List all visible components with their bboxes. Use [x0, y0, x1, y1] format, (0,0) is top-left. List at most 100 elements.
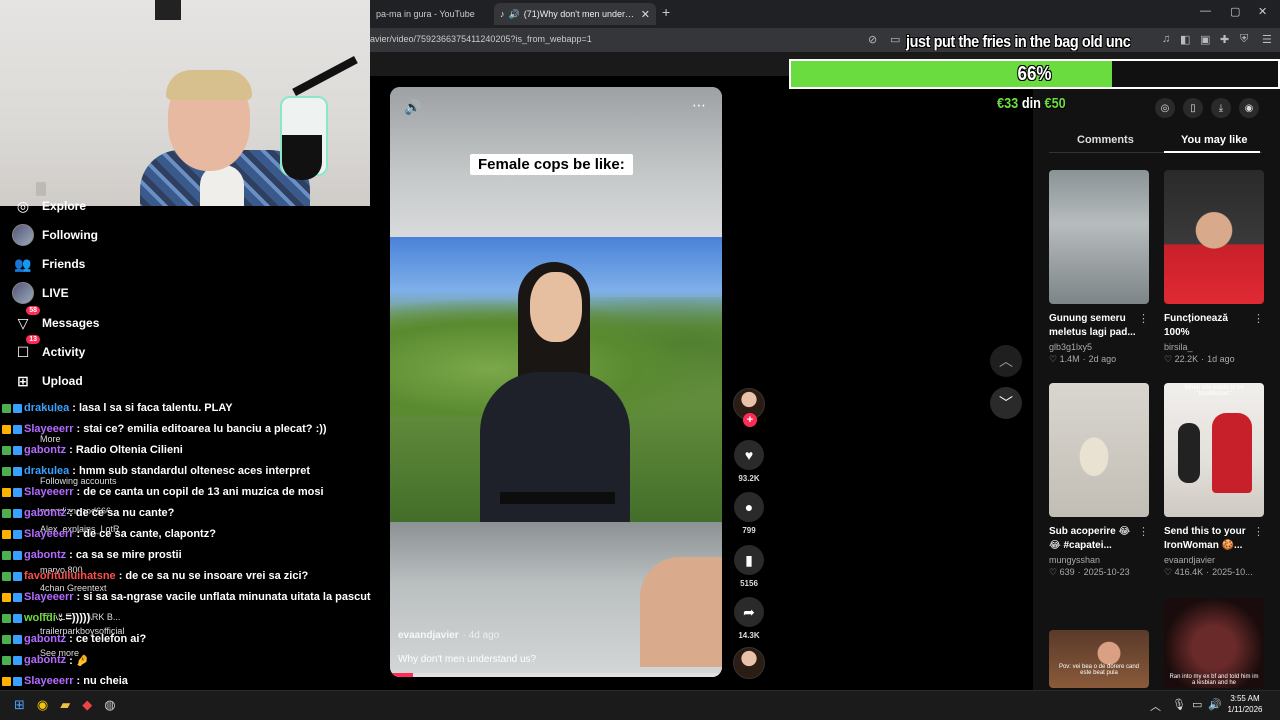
- chat-badge-icon: [13, 508, 22, 518]
- recommended-video-card[interactable]: Gunung semeru meletus lagi pad... ⋮ glb3…: [1049, 170, 1149, 365]
- chat-text: : de ce canta un copil de 13 ani muzica …: [76, 486, 324, 498]
- chat-username[interactable]: gabontz: [24, 654, 66, 666]
- like-count: 93.2K: [738, 474, 760, 483]
- sidebar-item-explore[interactable]: ◎ Explore: [12, 194, 86, 218]
- video-description: Why don't men understand us?: [398, 654, 537, 665]
- recommended-video-card[interactable]: Ran into my ex bf and told him im a lesb…: [1164, 598, 1264, 688]
- chat-message: Slayeeerr: stai ce? emilia editoarea lu …: [2, 421, 327, 437]
- tab-comments[interactable]: Comments: [1077, 134, 1134, 146]
- windows-start-icon[interactable]: ⊞: [14, 697, 25, 713]
- menu-icon[interactable]: ☰: [1262, 33, 1272, 46]
- wallet-icon[interactable]: ▣: [1200, 33, 1210, 46]
- chat-message: Slayeeerr: de ce canta un copil de 13 an…: [2, 484, 324, 500]
- sidebar-item-following[interactable]: Following: [12, 223, 98, 247]
- close-tab-icon[interactable]: ✕: [641, 8, 650, 21]
- more-options-icon[interactable]: ⋮: [1253, 525, 1264, 538]
- card-title: Send this to your IronWoman 🍪...: [1164, 526, 1246, 551]
- chat-username[interactable]: wolfdi: [24, 612, 56, 624]
- chat-message: gabontz: de ce sa nu cante?: [2, 505, 174, 521]
- sidebar-icon[interactable]: ◧: [1180, 33, 1190, 46]
- chat-message: Slayeeerr: nu cheia: [2, 673, 128, 689]
- url-field[interactable]: avier/video/7592366375411240205?is_from_…: [370, 34, 592, 44]
- cast-icon[interactable]: ▭: [890, 33, 900, 46]
- recommended-video-card[interactable]: When she wants to be "IronWoman" Send th…: [1164, 383, 1264, 578]
- comment-button[interactable]: ● 799: [730, 492, 768, 535]
- chat-username[interactable]: gabontz: [24, 633, 66, 645]
- scene-arm: [640, 557, 722, 667]
- compass-icon[interactable]: ◎: [1155, 98, 1175, 118]
- sidebar-item-label: Friends: [42, 257, 86, 271]
- phone-icon[interactable]: ▯: [1183, 98, 1203, 118]
- download-icon[interactable]: ⤓: [1211, 98, 1231, 118]
- shield-icon[interactable]: ⛨: [1240, 33, 1248, 46]
- app-icon[interactable]: ◍: [104, 697, 115, 713]
- chat-username[interactable]: Slayeeerr: [24, 486, 74, 498]
- more-options-icon[interactable]: ⋮: [1253, 312, 1264, 325]
- close-window-button[interactable]: ✕: [1258, 5, 1267, 18]
- comment-icon: ●: [734, 492, 764, 522]
- like-button[interactable]: ♥ 93.2K: [730, 440, 768, 483]
- chat-username[interactable]: favoritulluihatsne: [24, 570, 116, 582]
- file-explorer-icon[interactable]: ▰: [60, 697, 70, 713]
- previous-video-button[interactable]: ︿: [990, 345, 1022, 377]
- tab-youtube[interactable]: pa-ma in gura - YouTube: [370, 3, 492, 25]
- creator-avatar[interactable]: +: [730, 388, 768, 427]
- volume-icon[interactable]: 🔊: [404, 99, 421, 116]
- music-disc[interactable]: [730, 647, 768, 679]
- chat-username[interactable]: drakulea: [24, 402, 69, 414]
- card-title: Sub acoperire 😂😂 #capatei...: [1049, 526, 1131, 551]
- recommended-video-card[interactable]: Funcționează 100% ⋮ birsila_ ♡ 22.2K · 1d …: [1164, 170, 1264, 365]
- chat-username[interactable]: gabontz: [24, 444, 66, 456]
- chat-username[interactable]: gabontz: [24, 507, 66, 519]
- video-player[interactable]: Female cops be like: 🔊 ⋯ evaandjavier · 4…: [390, 87, 722, 677]
- extensions-icon[interactable]: ✚: [1220, 33, 1229, 46]
- chat-username[interactable]: drakulea: [24, 465, 69, 477]
- more-options-icon[interactable]: ⋮: [1138, 525, 1149, 538]
- chrome-icon[interactable]: ◉: [37, 697, 48, 713]
- avatar[interactable]: ◉: [1239, 98, 1259, 118]
- sidebar-item-friends[interactable]: 👥 Friends: [12, 252, 85, 276]
- app-icon[interactable]: ◆: [82, 697, 92, 713]
- video-progress-bar[interactable]: [390, 673, 722, 677]
- tab-tiktok[interactable]: ♪ 🔊 (71)Why don't men understand us? ✕: [494, 3, 656, 25]
- chat-username[interactable]: gabontz: [24, 549, 66, 561]
- video-author[interactable]: evaandjavier · 4d ago: [398, 630, 499, 641]
- card-stats: ♡ 22.2K · 1d ago: [1164, 354, 1235, 364]
- sidebar-item-messages[interactable]: ▽ 58 Messages: [12, 306, 99, 335]
- thumbnail-text: When she wants to be "IronWoman": [1184, 385, 1244, 397]
- network-icon[interactable]: ▭: [1192, 698, 1202, 711]
- video-thumbnail: [1164, 170, 1264, 304]
- chat-username[interactable]: Slayeeerr: [24, 528, 74, 540]
- tab-you-may-like[interactable]: You may like: [1181, 134, 1247, 146]
- music-icon[interactable]: ♫: [1162, 33, 1170, 45]
- system-clock[interactable]: 3:55 AM 1/11/2026: [1222, 693, 1268, 715]
- more-options-icon[interactable]: ⋯: [692, 97, 706, 114]
- card-title: Funcționează 100%: [1164, 313, 1228, 338]
- donation-goal: €50: [1044, 95, 1066, 112]
- minimize-button[interactable]: —: [1200, 5, 1211, 17]
- share-button[interactable]: ➦ 14.3K: [730, 597, 768, 640]
- microphone-icon[interactable]: 🎙: [1172, 698, 1186, 711]
- more-options-icon[interactable]: ⋮: [1138, 312, 1149, 325]
- share-count: 14.3K: [738, 631, 760, 640]
- sidebar-item-activity[interactable]: ☐ 13 Activity: [12, 335, 85, 364]
- new-tab-button[interactable]: +: [662, 4, 670, 20]
- maximize-button[interactable]: ▢: [1230, 5, 1240, 18]
- sidebar-item-live[interactable]: LIVE: [12, 281, 69, 305]
- scene-uniform: [480, 372, 630, 542]
- follow-plus-icon[interactable]: +: [743, 413, 757, 427]
- next-video-button[interactable]: ﹀: [990, 387, 1022, 419]
- chat-username[interactable]: Slayeeerr: [24, 423, 74, 435]
- chat-username[interactable]: Slayeeerr: [24, 675, 74, 687]
- volume-icon[interactable]: 🔊: [1208, 698, 1222, 711]
- mute-icon[interactable]: ⊘: [868, 33, 877, 46]
- tray-chevron-icon[interactable]: ︿: [1150, 698, 1161, 714]
- chevron-down-icon: ﹀: [999, 395, 1013, 411]
- recommended-video-card[interactable]: Pov: vei bea o de dorere cand este beat …: [1049, 630, 1149, 688]
- card-age: 2025-10-23: [1083, 567, 1130, 577]
- recommended-video-card[interactable]: Sub acoperire 😂😂 #capatei... ⋮ mungyssha…: [1049, 383, 1149, 578]
- panel-toolbar: ◎ ▯ ⤓ ◉: [1155, 98, 1259, 118]
- chat-username[interactable]: Slayeeerr: [24, 591, 74, 603]
- save-button[interactable]: ▮ 5156: [730, 545, 768, 588]
- chat-text: : si sa sa-ngrase vacile unflata minunat…: [76, 591, 371, 603]
